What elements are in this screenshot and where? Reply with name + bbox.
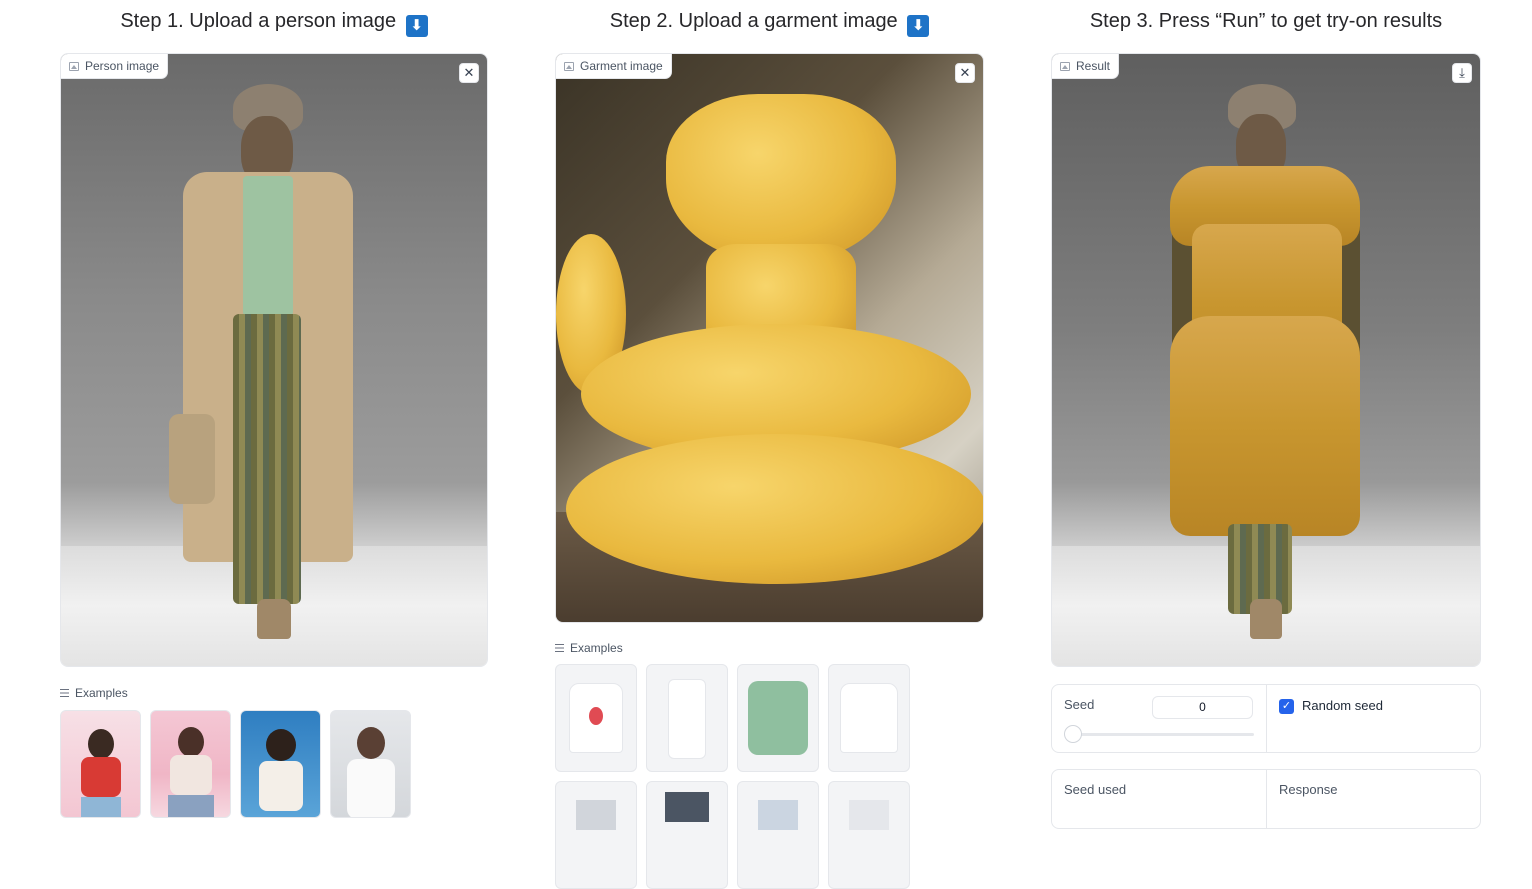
list-icon — [60, 689, 69, 697]
random-seed-label: Random seed — [1302, 698, 1383, 713]
garment-example-thumb[interactable] — [737, 781, 819, 889]
download-icon[interactable]: ⤓ — [1452, 63, 1472, 83]
garment-image-upload[interactable]: Garment image ✕ — [555, 53, 984, 623]
step3-title: Step 3. Press “Run” to get try-on result… — [1089, 10, 1443, 32]
image-icon — [564, 61, 574, 71]
list-icon — [555, 644, 564, 652]
garment-example-thumb[interactable] — [646, 781, 728, 889]
response-label: Response — [1279, 782, 1338, 797]
seed-used-label: Seed used — [1064, 782, 1127, 797]
seed-panel: Seed 0 ✓ Random seed — [1051, 684, 1481, 753]
garment-example-thumb[interactable] — [737, 664, 819, 772]
down-arrow-icon: ⬇ — [405, 15, 428, 37]
person-examples-gallery — [60, 710, 500, 818]
person-image-upload[interactable]: Person image ✕ — [60, 53, 488, 667]
garment-example-thumb[interactable] — [828, 664, 910, 772]
garment-example-thumb[interactable] — [828, 781, 910, 889]
garment-examples-gallery — [555, 664, 995, 889]
garment-image — [556, 54, 983, 622]
person-image-label: Person image — [61, 54, 169, 79]
seed-slider-track[interactable] — [1066, 733, 1254, 736]
person-example-thumb[interactable] — [240, 710, 321, 818]
seed-slider-thumb[interactable] — [1064, 725, 1082, 743]
garment-image-label: Garment image — [556, 54, 672, 79]
person-example-thumb[interactable] — [150, 710, 231, 818]
clear-garment-image-button[interactable]: ✕ — [955, 63, 975, 83]
person-image — [61, 54, 487, 666]
garment-example-thumb[interactable] — [555, 664, 637, 772]
garment-example-thumb[interactable] — [646, 664, 728, 772]
step1-title: Step 1. Upload a person image ⬇ — [0, 10, 548, 37]
image-icon — [1060, 61, 1070, 71]
down-arrow-icon: ⬇ — [907, 15, 930, 37]
person-example-thumb[interactable] — [60, 710, 141, 818]
clear-person-image-button[interactable]: ✕ — [459, 63, 479, 83]
result-image: Result ⤓ — [1051, 53, 1481, 667]
garment-example-thumb[interactable] — [555, 781, 637, 889]
garment-examples-label: Examples — [555, 641, 623, 655]
seed-label: Seed — [1064, 697, 1095, 712]
step2-title: Step 2. Upload a garment image ⬇ — [495, 10, 1044, 37]
output-panel: Seed used Response — [1051, 769, 1481, 829]
person-examples-label: Examples — [60, 686, 128, 700]
person-example-thumb[interactable] — [330, 710, 411, 818]
result-image-label: Result — [1052, 54, 1120, 79]
result-image-content — [1052, 54, 1480, 666]
seed-input[interactable]: 0 — [1152, 696, 1253, 719]
image-icon — [69, 61, 79, 71]
random-seed-checkbox[interactable]: ✓ — [1279, 699, 1294, 714]
